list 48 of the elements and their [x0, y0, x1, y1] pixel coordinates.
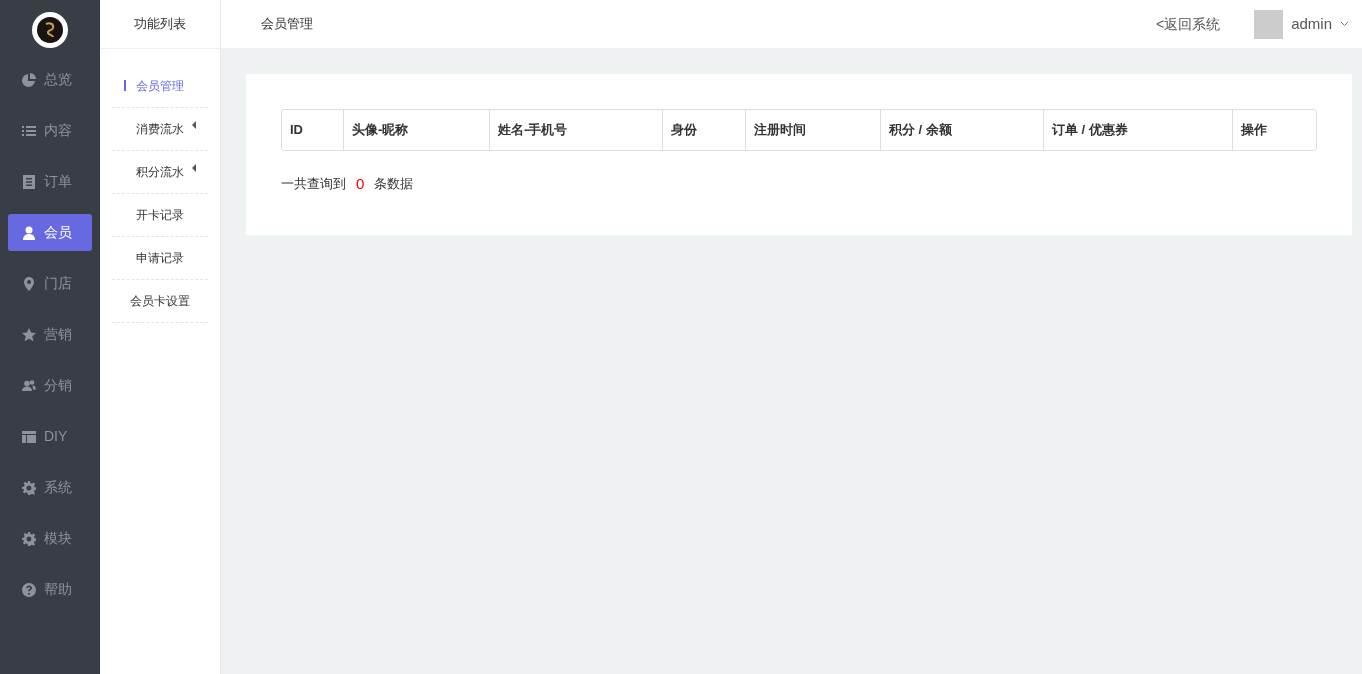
users-icon [22, 378, 36, 393]
chevron-down-icon [1340, 21, 1349, 27]
result-count-suffix: 条数据 [374, 175, 414, 193]
avatar-photo-placeholder [1254, 9, 1284, 39]
panel-title: 功能列表 [100, 0, 220, 49]
nav-item[interactable]: 帮助 [8, 571, 92, 608]
list-icon [22, 123, 36, 138]
layout-icon [22, 429, 36, 444]
column-header: 操作 [1240, 121, 1268, 139]
column-header: 订单 / 优惠券 [1044, 110, 1233, 150]
submenu-item[interactable]: 会员卡设置 [112, 280, 208, 323]
nav-item[interactable]: 门店 [8, 265, 92, 302]
submenu-item[interactable]: 开卡记录 [112, 194, 208, 237]
settings-icon [22, 531, 36, 546]
column-header: ID [282, 110, 344, 150]
nav-item[interactable]: 总览 [8, 61, 92, 98]
submenu-item[interactable]: 积分流水 [112, 151, 208, 194]
location-pin-icon [22, 276, 36, 291]
submenu-item[interactable]: 会员管理 [112, 65, 208, 108]
column-header: 积分 / 余额 [881, 110, 1044, 150]
user-icon [22, 225, 36, 240]
back-link[interactable]: <返回系统 [1155, 13, 1221, 35]
star-icon [22, 327, 36, 342]
logo-icon [32, 12, 68, 48]
pie-chart-icon [22, 72, 36, 87]
settings-icon [22, 480, 36, 495]
caret-icon [192, 121, 196, 129]
nav-item[interactable]: 模块 [8, 520, 92, 557]
column-header: 姓名-手机号 [490, 110, 663, 150]
page-title: 会员管理 [261, 15, 313, 34]
column-header: 身份 [663, 110, 746, 150]
nav-item[interactable]: 订单 [8, 163, 92, 200]
help-icon [22, 582, 36, 597]
nav-item[interactable]: 营销 [8, 316, 92, 353]
submenu-item[interactable]: 申请记录 [112, 237, 208, 280]
submenu-item[interactable]: 消费流水 [112, 108, 208, 151]
caret-icon [192, 164, 196, 172]
nav-item[interactable]: 会员 [8, 214, 92, 251]
nav-item[interactable]: 系统 [8, 469, 92, 506]
result-count-label: 一共查询到 [281, 175, 346, 193]
user-menu[interactable]: admin [1254, 9, 1349, 39]
nav-item[interactable]: 分销 [8, 367, 92, 404]
document-icon [22, 174, 36, 189]
column-header: 头像-昵称 [344, 110, 490, 150]
nav-item[interactable]: DIY [8, 418, 92, 455]
result-count: 0 [356, 173, 365, 194]
column-header: 注册时间 [746, 110, 881, 150]
nav-item[interactable]: 内容 [8, 112, 92, 149]
